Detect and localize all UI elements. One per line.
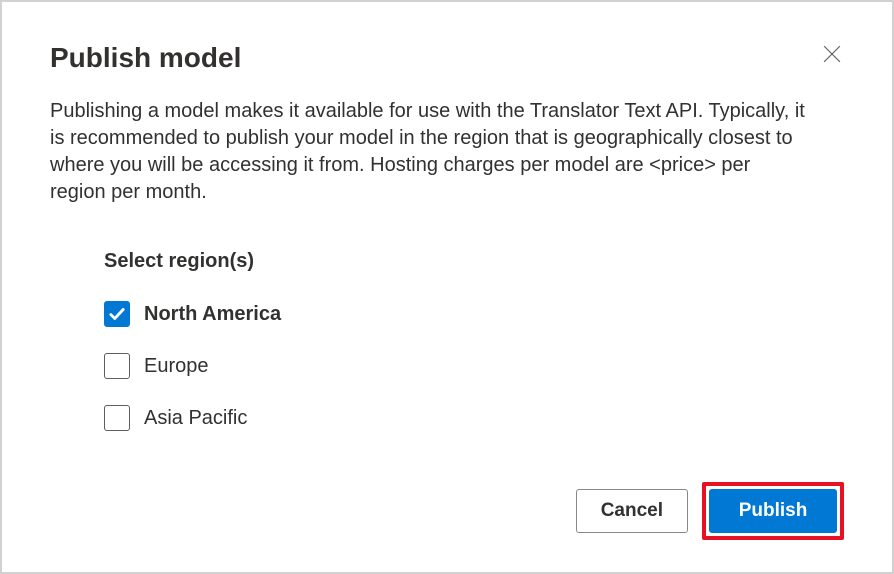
region-section-label: Select region(s) [104, 250, 844, 273]
region-label-asia-pacific: Asia Pacific [144, 407, 247, 430]
dialog-title: Publish model [50, 42, 241, 74]
region-item-europe[interactable]: Europe [104, 353, 844, 379]
close-button[interactable] [820, 42, 844, 66]
region-item-north-america[interactable]: North America [104, 301, 844, 327]
region-label-north-america: North America [144, 303, 281, 326]
publish-highlight: Publish [702, 482, 844, 540]
checkbox-north-america[interactable] [104, 301, 130, 327]
publish-button[interactable]: Publish [709, 489, 837, 533]
checkbox-asia-pacific[interactable] [104, 405, 130, 431]
dialog-description: Publishing a model makes it available fo… [50, 98, 810, 206]
dialog-button-row: Cancel Publish [576, 482, 844, 540]
region-item-asia-pacific[interactable]: Asia Pacific [104, 405, 844, 431]
close-icon [823, 45, 841, 63]
checkmark-icon [108, 305, 126, 323]
region-section: Select region(s) North America Europe [50, 250, 844, 431]
region-list: North America Europe Asia Pacific [104, 301, 844, 431]
region-label-europe: Europe [144, 355, 209, 378]
publish-model-dialog: Publish model Publishing a model makes i… [6, 6, 888, 568]
cancel-button[interactable]: Cancel [576, 489, 688, 533]
checkbox-europe[interactable] [104, 353, 130, 379]
